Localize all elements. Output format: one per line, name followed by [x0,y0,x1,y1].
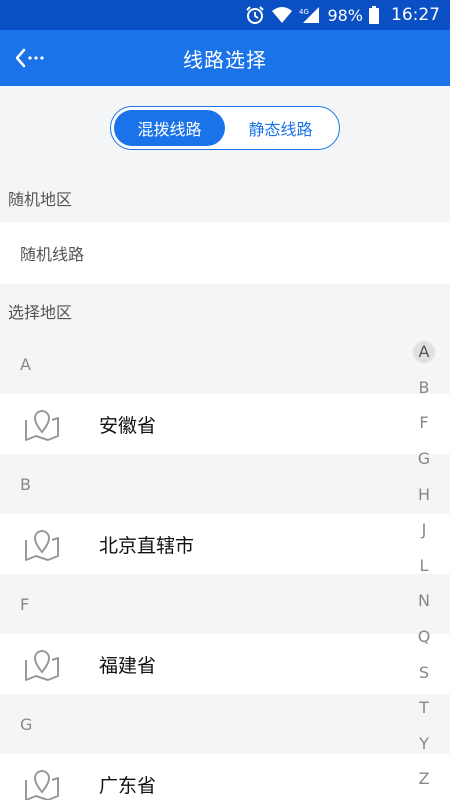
alarm-icon [245,5,265,25]
segment-container: 混拨线路 静态线路 [0,86,450,170]
segment-static-lines[interactable]: 静态线路 [225,110,336,146]
map-pin-icon [25,650,59,681]
index-letter-f[interactable]: F [412,405,436,441]
select-region-header: 选择地区 [8,303,73,322]
random-region-header: 随机地区 [8,190,73,209]
group-header-a: A [20,354,31,374]
back-arrow-icon [15,48,44,68]
app-bar: 线路选择 [0,30,450,86]
signal-icon: 4G [299,6,321,24]
page-title: 线路选择 [183,47,267,72]
province-row-fujian[interactable]: 福建省 [0,634,450,694]
battery-icon [369,6,379,24]
province-name: 北京直辖市 [99,534,195,557]
alphabet-index[interactable]: A B F G H J L N Q S T Y Z [412,334,436,797]
province-row-guangdong[interactable]: 广东省 [0,754,450,800]
group-header-f: F [20,594,30,614]
index-letter-n[interactable]: N [412,583,436,619]
province-name: 安徽省 [99,414,157,437]
province-row-anhui[interactable]: 安徽省 [0,394,450,454]
index-letter-a[interactable]: A [412,334,436,370]
province-name: 广东省 [99,774,157,797]
province-name: 福建省 [99,654,157,677]
random-line-item[interactable]: 随机线路 [0,222,450,284]
index-letter-h[interactable]: H [412,476,436,512]
index-letter-y[interactable]: Y [412,726,436,762]
wifi-icon [271,6,293,24]
index-letter-s[interactable]: S [412,654,436,690]
map-pin-icon [25,530,59,561]
index-letter-l[interactable]: L [412,548,436,584]
line-type-segment: 混拨线路 静态线路 [110,106,340,150]
index-letter-j[interactable]: J [412,512,436,548]
province-row-beijing[interactable]: 北京直辖市 [0,514,450,574]
index-letter-z[interactable]: Z [412,761,436,797]
index-letter-g[interactable]: G [412,441,436,477]
map-pin-icon [25,410,59,441]
status-bar: 4G 98% 16:27 [0,0,450,30]
index-letter-b[interactable]: B [412,370,436,406]
clock: 16:27 [391,5,440,25]
index-letter-t[interactable]: T [412,690,436,726]
group-header-g: G [20,714,33,734]
segment-mixed-lines[interactable]: 混拨线路 [114,110,225,146]
map-pin-icon [25,770,59,800]
group-header-b: B [20,474,31,494]
back-button[interactable] [14,44,50,72]
index-letter-q[interactable]: Q [412,619,436,655]
battery-percent: 98% [327,5,363,25]
network-tag: 4G [299,8,309,16]
